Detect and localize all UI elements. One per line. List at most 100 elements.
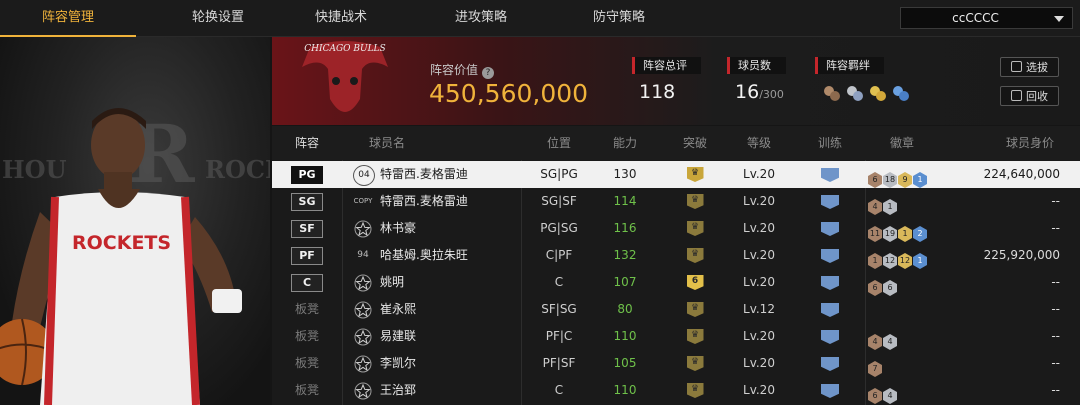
- lineup-slot[interactable]: PF: [272, 242, 342, 269]
- bench-label: 板凳: [294, 329, 319, 343]
- col-training: 训练: [817, 136, 842, 150]
- player-level: Lv.20: [743, 275, 775, 289]
- breakthrough-cell[interactable]: 6: [660, 269, 730, 296]
- player-name[interactable]: 姚明: [380, 269, 404, 296]
- player-name[interactable]: 王治郅: [380, 377, 416, 404]
- player-level: Lv.20: [743, 167, 775, 181]
- crown-icon: ♛: [686, 167, 704, 182]
- training-cell[interactable]: [795, 242, 865, 269]
- crown-icon: ♛: [686, 194, 704, 209]
- bond-icon-gold: [870, 86, 886, 101]
- badge-list[interactable]: 7: [868, 356, 883, 377]
- badge-icon: 19: [883, 226, 897, 242]
- training-cell[interactable]: [795, 269, 865, 296]
- draft-button[interactable]: 选拔: [1000, 57, 1059, 77]
- table-row[interactable]: 板凳 王治郅 C 110 ♛ Lv.20 6 4 --: [272, 377, 1080, 404]
- breakthrough-cell[interactable]: ♛: [660, 215, 730, 242]
- bond-icons[interactable]: [821, 83, 911, 105]
- lineup-slot[interactable]: 板凳: [272, 350, 342, 377]
- rating-label: 阵容总评: [632, 57, 701, 74]
- table-row[interactable]: 板凳 崔永熙 SF|SG 80 ♛ Lv.12 --: [272, 296, 1080, 323]
- lineup-slot[interactable]: C: [272, 269, 342, 296]
- crown-icon: ♛: [686, 356, 704, 371]
- top-nav: 阵容管理 轮换设置 快捷战术 进攻策略 防守策略 ccCCCC: [0, 0, 1080, 37]
- training-cell[interactable]: [795, 188, 865, 215]
- training-icon: [821, 195, 839, 209]
- table-row[interactable]: PF 94 哈基姆.奥拉朱旺 C|PF 132 ♛ Lv.20 1 12 12 1 225,920,0…: [272, 242, 1080, 269]
- table-row[interactable]: C 姚明 C 107 6 Lv.20 6 6 --: [272, 269, 1080, 296]
- breakthrough-count: ♛: [690, 222, 700, 232]
- player-level: Lv.20: [743, 221, 775, 235]
- table-row[interactable]: SF 林书豪 PG|SG 116 ♛ Lv.20 11 19 1 2 --: [272, 215, 1080, 242]
- training-icon: [821, 222, 839, 236]
- breakthrough-count: ♛: [690, 249, 700, 259]
- table-row[interactable]: 板凳 易建联 PF|C 110 ♛ Lv.20 4 4 --: [272, 323, 1080, 350]
- tab-rotation[interactable]: 轮换设置: [150, 0, 286, 36]
- training-cell[interactable]: [795, 323, 865, 350]
- player-level: Lv.20: [743, 329, 775, 343]
- table-row[interactable]: SG COPY 特雷西.麦格雷迪 SG|SF 114 ♛ Lv.20 4 1 --: [272, 188, 1080, 215]
- badge-list[interactable]: 6 18 9 1: [868, 167, 928, 188]
- jersey-text: ROCKETS: [72, 232, 171, 254]
- badge-icon: 7: [868, 361, 882, 377]
- lineup-slot[interactable]: 板凳: [272, 377, 342, 404]
- player-name[interactable]: 易建联: [380, 323, 416, 350]
- training-cell[interactable]: [795, 350, 865, 377]
- badge-list[interactable]: 41: [868, 194, 898, 215]
- player-level: Lv.20: [743, 194, 775, 208]
- breakthrough-cell[interactable]: ♛: [660, 377, 730, 404]
- breakthrough-cell[interactable]: ♛: [660, 188, 730, 215]
- player-position: C: [554, 275, 564, 289]
- roster-table: 阵容 球员名 位置 能力 突破 等级 训练 徽章 球员身价 PG 04 特雷西.麦格…: [272, 126, 1080, 405]
- breakthrough-cell[interactable]: ♛: [660, 296, 730, 323]
- player-price: --: [1051, 221, 1060, 235]
- col-level: 等级: [746, 136, 771, 150]
- team-select[interactable]: ccCCCC: [900, 7, 1073, 29]
- lineup-slot[interactable]: PG: [272, 161, 342, 188]
- bench-label: 板凳: [294, 302, 319, 316]
- player-position: SF|SG: [541, 302, 577, 316]
- badge-list[interactable]: 44: [868, 329, 898, 350]
- training-cell[interactable]: [795, 296, 865, 323]
- player-name[interactable]: 特雷西.麦格雷迪: [380, 188, 468, 215]
- breakthrough-cell[interactable]: ♛: [660, 323, 730, 350]
- help-icon[interactable]: ?: [482, 67, 495, 79]
- training-cell[interactable]: [795, 377, 865, 404]
- training-icon: [821, 249, 839, 263]
- player-price: --: [1051, 329, 1060, 343]
- player-name[interactable]: 林书豪: [380, 215, 416, 242]
- player-rating: 107: [613, 275, 637, 289]
- training-cell[interactable]: [795, 161, 865, 188]
- badge-list[interactable]: 64: [868, 383, 898, 404]
- player-name[interactable]: 特雷西.麦格雷迪: [380, 161, 468, 188]
- tab-quick-tactics[interactable]: 快捷战术: [273, 0, 409, 36]
- table-row[interactable]: PG 04 特雷西.麦格雷迪 SG|PG 130 ♛ Lv.20 6 18 9 1 224,640,0…: [272, 161, 1080, 188]
- breakthrough-cell[interactable]: ♛: [660, 242, 730, 269]
- table-row[interactable]: 板凳 李凯尔 PF|SF 105 ♛ Lv.20 7 --: [272, 350, 1080, 377]
- tab-lineup[interactable]: 阵容管理: [0, 0, 136, 37]
- player-name[interactable]: 李凯尔: [380, 350, 416, 377]
- player-name[interactable]: 哈基姆.奥拉朱旺: [380, 242, 468, 269]
- lineup-slot[interactable]: 板凳: [272, 323, 342, 350]
- badge-list[interactable]: 11 19 1 2: [868, 221, 928, 242]
- lineup-slot[interactable]: SF: [272, 215, 342, 242]
- training-cell[interactable]: [795, 215, 865, 242]
- lineup-value: 450,560,000: [429, 79, 589, 108]
- badge-list[interactable]: 1 12 12 1: [868, 248, 928, 269]
- player-name[interactable]: 崔永熙: [380, 296, 416, 323]
- training-icon: [821, 330, 839, 344]
- player-position: PG|SG: [540, 221, 578, 235]
- breakthrough-cell[interactable]: ♛: [660, 161, 730, 188]
- badge-list[interactable]: 66: [868, 275, 898, 296]
- tab-offense[interactable]: 进攻策略: [413, 0, 549, 36]
- crown-icon: ♛: [686, 302, 704, 317]
- player-level: Lv.12: [743, 302, 775, 316]
- breakthrough-cell[interactable]: ♛: [660, 350, 730, 377]
- col-name: 球员名: [368, 136, 405, 150]
- lineup-slot[interactable]: SG: [272, 188, 342, 215]
- players-count-wrap: 16/300: [735, 81, 784, 103]
- recycle-icon: [1011, 90, 1022, 101]
- recycle-button[interactable]: 回收: [1000, 86, 1059, 106]
- tab-defense[interactable]: 防守策略: [551, 0, 687, 36]
- lineup-slot[interactable]: 板凳: [272, 296, 342, 323]
